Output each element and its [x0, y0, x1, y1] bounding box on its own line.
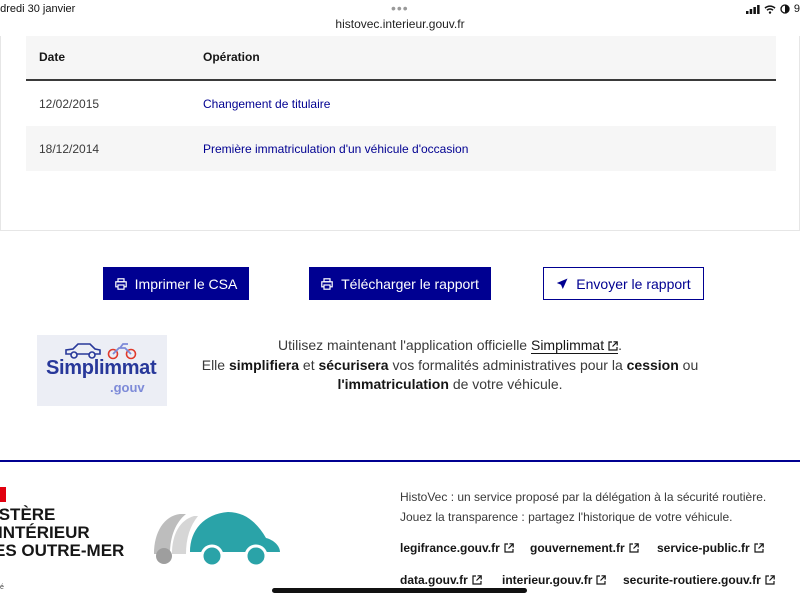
text: Elle	[201, 356, 226, 373]
simplimmat-link[interactable]: Simplimmat	[530, 337, 619, 354]
column-header-operation: Opération	[203, 50, 260, 64]
external-link-icon	[629, 543, 639, 553]
footer-link-service-public[interactable]: service-public.fr	[657, 541, 764, 555]
battery-level: 9	[793, 3, 800, 15]
text: de votre véhicule.	[452, 376, 563, 392]
printer-icon	[114, 277, 127, 290]
send-report-label: Envoyer le rapport	[576, 275, 691, 292]
ministry-logo-text[interactable]: ISTÈRE 'INTÉRIEUR ES OUTRE-MER	[0, 506, 124, 560]
table-header: Date Opération	[26, 36, 776, 81]
download-report-label: Télécharger le rapport	[341, 275, 479, 292]
marianne-flag-stripe	[0, 487, 6, 502]
column-header-date: Date	[39, 50, 66, 64]
address-bar-url[interactable]: histovec.interieur.gouv.fr	[0, 17, 800, 31]
footer-small-text: é	[0, 584, 4, 591]
simplimmat-link-label: Simplimmat	[530, 337, 605, 353]
histovec-car-logo	[154, 512, 280, 568]
status-icons: 9	[745, 3, 800, 15]
text: vos formalités administratives pour la	[392, 356, 623, 373]
status-time: ndredi 30 janvier	[0, 3, 76, 15]
text: ou	[682, 356, 699, 373]
footer-description-line: HistoVec : un service proposé par la dél…	[400, 490, 767, 504]
table-row: 18/12/2014 Première immatriculation d'un…	[26, 126, 776, 171]
history-table: Date Opération 12/02/2015 Changement de …	[26, 36, 776, 171]
table-row: 12/02/2015 Changement de titulaire	[26, 81, 776, 126]
send-arrow-icon	[557, 278, 568, 289]
external-link-icon	[754, 543, 764, 553]
history-card: Date Opération 12/02/2015 Changement de …	[0, 36, 800, 231]
external-link-icon	[765, 575, 775, 585]
text: Utilisez maintenant l'application offici…	[277, 337, 528, 353]
footer-link-label: data.gouv.fr	[400, 573, 468, 587]
external-link-icon	[596, 575, 607, 585]
footer-description: HistoVec : un service proposé par la dél…	[400, 487, 766, 527]
footer-link-label: gouvernement.fr	[530, 541, 625, 555]
ministry-line: 'INTÉRIEUR	[0, 523, 90, 542]
footer-link-label: service-public.fr	[657, 541, 750, 555]
tab-menu-dots[interactable]: •••	[391, 0, 409, 16]
text: l'immatriculation	[337, 376, 449, 392]
footer-link-data-gouv[interactable]: data.gouv.fr	[400, 573, 482, 587]
text: cession	[626, 356, 679, 373]
print-csa-label: Imprimer le CSA	[134, 275, 238, 292]
printer-icon	[321, 277, 333, 290]
simplimmat-gouv: .gouv	[110, 380, 145, 395]
text: sécurisera	[318, 356, 389, 373]
simplimmat-logo[interactable]: Simplimmat .gouv	[37, 335, 167, 406]
simplimmat-wordmark: Simplimmat	[46, 357, 157, 379]
ministry-line: ISTÈRE	[0, 505, 56, 524]
status-bar: ndredi 30 janvier ••• histovec.interieur…	[0, 0, 800, 36]
wifi-icon	[764, 4, 776, 14]
row-operation: Première immatriculation d'un véhicule d…	[203, 142, 469, 156]
row-date: 18/12/2014	[39, 142, 100, 156]
signal-icon	[745, 4, 760, 14]
simplimmat-description: Utilisez maintenant l'application offici…	[180, 336, 720, 395]
external-link-icon	[472, 575, 482, 585]
text: simplifiera	[228, 356, 300, 373]
row-date: 12/02/2015	[39, 97, 100, 111]
footer-link-interieur[interactable]: interieur.gouv.fr	[502, 573, 607, 587]
footer-divider	[0, 460, 800, 462]
footer-link-label: securite-routiere.gouv.fr	[623, 573, 761, 587]
external-link-icon	[504, 543, 514, 553]
print-csa-button[interactable]: Imprimer le CSA	[103, 267, 249, 300]
text: .	[618, 337, 622, 353]
footer-description-line: Jouez la transparence : partagez l'histo…	[400, 510, 733, 524]
home-indicator[interactable]	[272, 588, 527, 593]
ministry-line: ES OUTRE-MER	[0, 541, 125, 560]
send-report-button[interactable]: Envoyer le rapport	[543, 267, 704, 300]
footer-link-label: interieur.gouv.fr	[502, 573, 593, 587]
footer-link-label: legifrance.gouv.fr	[400, 541, 500, 555]
download-report-button[interactable]: Télécharger le rapport	[309, 267, 491, 300]
external-link-icon	[608, 341, 618, 351]
row-operation: Changement de titulaire	[203, 97, 331, 111]
footer-link-securite-routiere[interactable]: securite-routiere.gouv.fr	[623, 573, 775, 587]
footer-link-legifrance[interactable]: legifrance.gouv.fr	[400, 541, 514, 555]
do-not-disturb-icon	[780, 4, 790, 14]
footer-link-gouvernement[interactable]: gouvernement.fr	[530, 541, 639, 555]
text: et	[302, 356, 315, 373]
